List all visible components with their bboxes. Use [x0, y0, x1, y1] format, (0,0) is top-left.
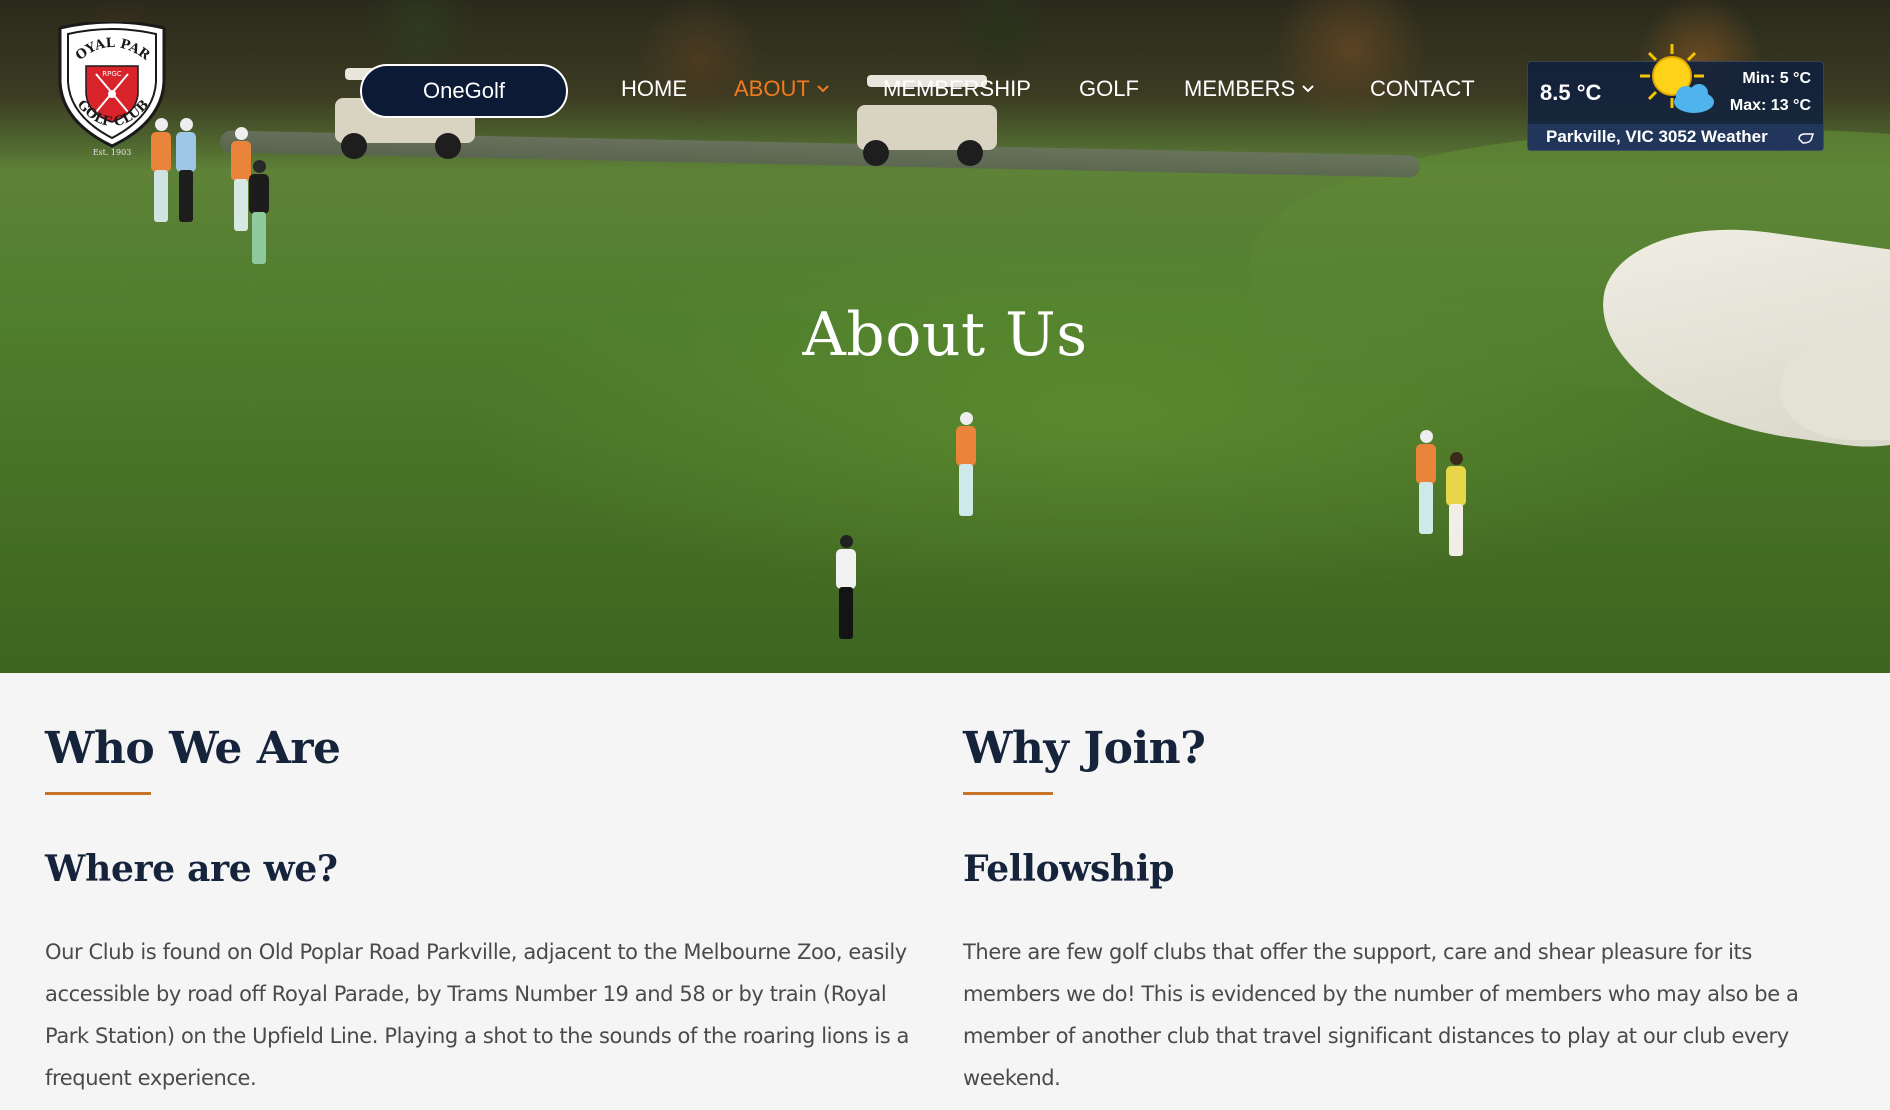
- nav-item-membership[interactable]: MEMBERSHIP: [883, 76, 1031, 102]
- golfer-figure: [175, 118, 197, 228]
- section-heading: Why Join?: [963, 723, 1206, 774]
- nav-item-label: MEMBERS: [1184, 76, 1296, 101]
- nav-item-label: HOME: [621, 76, 687, 101]
- who-we-are-section: Who We Are Where are we? Our Club is fou…: [45, 722, 915, 1099]
- nav-item-label: MEMBERSHIP: [883, 76, 1031, 101]
- golfer-figure: [1415, 430, 1437, 566]
- svg-text:RPGC: RPGC: [102, 70, 122, 78]
- why-join-section: Why Join? Fellowship There are few golf …: [963, 722, 1833, 1099]
- chevron-down-icon: [816, 82, 830, 96]
- section-heading: Who We Are: [45, 723, 341, 774]
- heading-underline: [963, 792, 1053, 795]
- weather-min: Min: 5 °C: [1742, 70, 1811, 87]
- weather-widget[interactable]: 8.5 °C Min: 5 °C Max: 13 °C Parkville, V…: [1527, 44, 1824, 151]
- nav-item-home[interactable]: HOME: [621, 76, 687, 102]
- section-paragraph: There are few golf clubs that offer the …: [963, 940, 1799, 1090]
- established-year: Est. 1903: [92, 148, 132, 157]
- weather-temperature: 8.5 °C: [1540, 80, 1602, 105]
- nav-item-members[interactable]: MEMBERS: [1184, 76, 1315, 102]
- club-logo[interactable]: RPGC ROYAL PARK GOLF CLUB Est. 1903: [46, 11, 172, 162]
- cloud-link-icon: [1797, 130, 1815, 144]
- golfer-figure: [835, 535, 857, 663]
- onegolf-button[interactable]: OneGolf: [360, 64, 568, 118]
- weather-location[interactable]: Parkville, VIC 3052 Weather: [1528, 124, 1823, 150]
- heading-underline: [45, 792, 151, 795]
- nav-item-about[interactable]: ABOUT: [734, 76, 830, 102]
- section-paragraph: Our Club is found on Old Poplar Road Par…: [45, 940, 909, 1090]
- page-title: About Us: [802, 300, 1088, 370]
- nav-item-label: CONTACT: [1370, 76, 1475, 101]
- golfer-figure: [1445, 452, 1467, 592]
- section-subheading: Fellowship: [963, 848, 1175, 890]
- weather-location-label: Parkville, VIC 3052 Weather: [1546, 127, 1768, 146]
- nav-item-label: GOLF: [1079, 76, 1139, 101]
- sun-cloud-icon: [1636, 40, 1718, 122]
- shield-crest-icon: RPGC ROYAL PARK GOLF CLUB: [46, 11, 166, 148]
- nav-item-label: ABOUT: [734, 76, 810, 101]
- chevron-down-icon: [1301, 82, 1315, 96]
- nav-item-contact[interactable]: CONTACT: [1370, 76, 1475, 102]
- weather-max: Max: 13 °C: [1729, 97, 1811, 114]
- golfer-figure: [955, 412, 977, 530]
- golfer-figure: [248, 160, 270, 270]
- nav-item-golf[interactable]: GOLF: [1079, 76, 1139, 102]
- section-subheading: Where are we?: [45, 848, 338, 890]
